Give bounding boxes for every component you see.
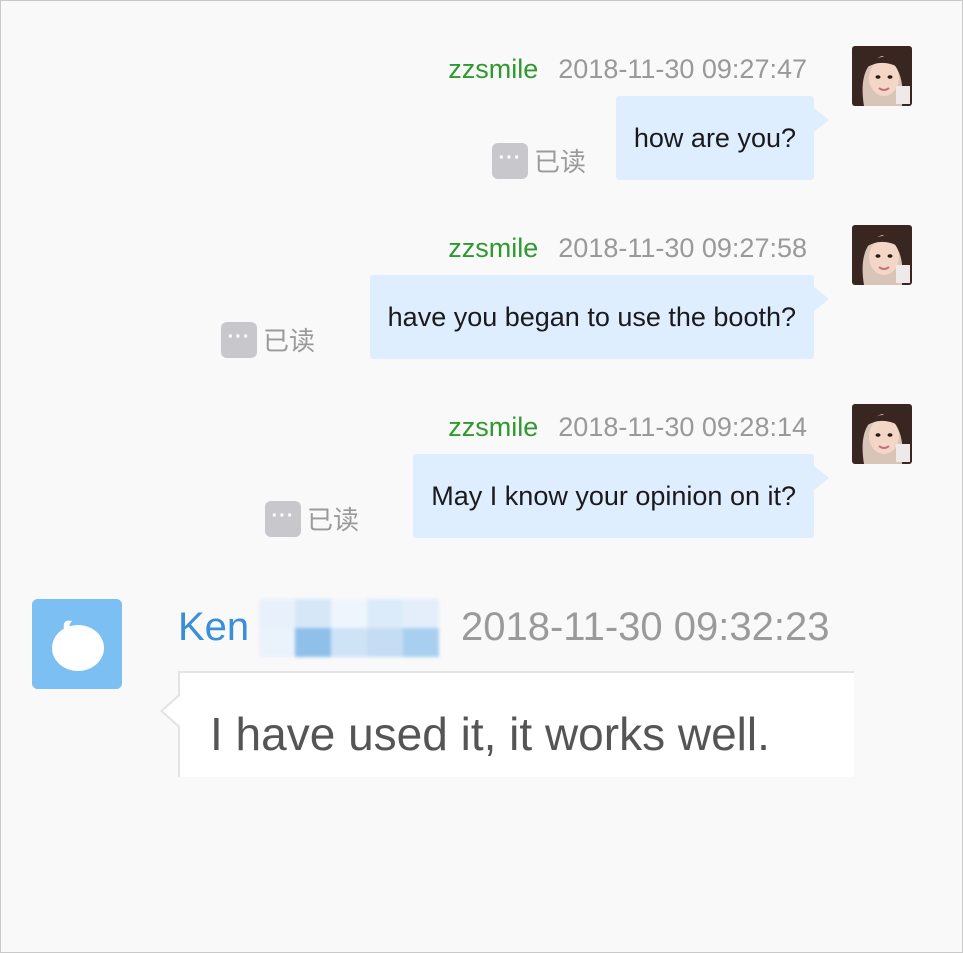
sender-name[interactable]: zzsmile: [448, 54, 538, 85]
message-timestamp: 2018-11-30 09:27:58: [558, 232, 807, 263]
sender-name[interactable]: zzsmile: [448, 412, 538, 443]
incoming-message: Ken 2018-11-30 09:32:23 I have used it, …: [1, 597, 962, 797]
speech-bubble-icon: [32, 599, 122, 689]
message-timestamp: 2018-11-30 09:27:47: [558, 53, 807, 84]
message-text: have you began to use the booth?: [387, 301, 796, 332]
chat-window: zzsmile 2018-11-30 09:27:47 how are you?…: [0, 0, 963, 953]
sender-name[interactable]: zzsmile: [448, 233, 538, 264]
contact-name[interactable]: Ken: [178, 605, 249, 650]
user-avatar-photo: [852, 225, 912, 285]
contact-avatar[interactable]: [32, 599, 122, 689]
message-bubble[interactable]: how are you?: [615, 96, 830, 180]
message-header: zzsmile 2018-11-30 09:27:58: [448, 231, 807, 265]
read-status: 已读: [534, 147, 587, 177]
ellipsis-icon[interactable]: ···: [221, 321, 257, 358]
user-avatar[interactable]: [852, 225, 912, 285]
read-receipt: ··· 已读: [492, 142, 586, 179]
message-text: I have used it, it works well.: [210, 708, 770, 760]
redacted-name-blur: [259, 599, 439, 657]
read-receipt: ··· 已读: [221, 321, 315, 358]
message-bubble[interactable]: have you began to use the booth?: [369, 275, 830, 359]
user-avatar[interactable]: [852, 404, 912, 464]
message-text: how are you?: [633, 122, 796, 153]
message-header: zzsmile 2018-11-30 09:28:14: [448, 410, 807, 444]
ellipsis-icon[interactable]: ···: [492, 142, 528, 179]
message-timestamp: 2018-11-30 09:32:23: [461, 605, 830, 649]
read-receipt: ··· 已读: [265, 500, 359, 537]
message-header: zzsmile 2018-11-30 09:27:47: [448, 52, 807, 86]
read-status: 已读: [307, 505, 360, 535]
outgoing-message: zzsmile 2018-11-30 09:27:58 have you beg…: [1, 225, 962, 375]
message-bubble[interactable]: I have used it, it works well.: [160, 671, 854, 777]
ellipsis-icon[interactable]: ···: [265, 500, 301, 537]
user-avatar-photo: [852, 404, 912, 464]
message-timestamp: 2018-11-30 09:28:14: [558, 411, 807, 442]
outgoing-message: zzsmile 2018-11-30 09:28:14 May I know y…: [1, 404, 962, 554]
read-status: 已读: [263, 326, 316, 356]
outgoing-message: zzsmile 2018-11-30 09:27:47 how are you?…: [1, 46, 962, 196]
message-bubble[interactable]: May I know your opinion on it?: [413, 454, 829, 538]
message-text: May I know your opinion on it?: [431, 480, 796, 511]
user-avatar[interactable]: [852, 46, 912, 106]
user-avatar-photo: [852, 46, 912, 106]
